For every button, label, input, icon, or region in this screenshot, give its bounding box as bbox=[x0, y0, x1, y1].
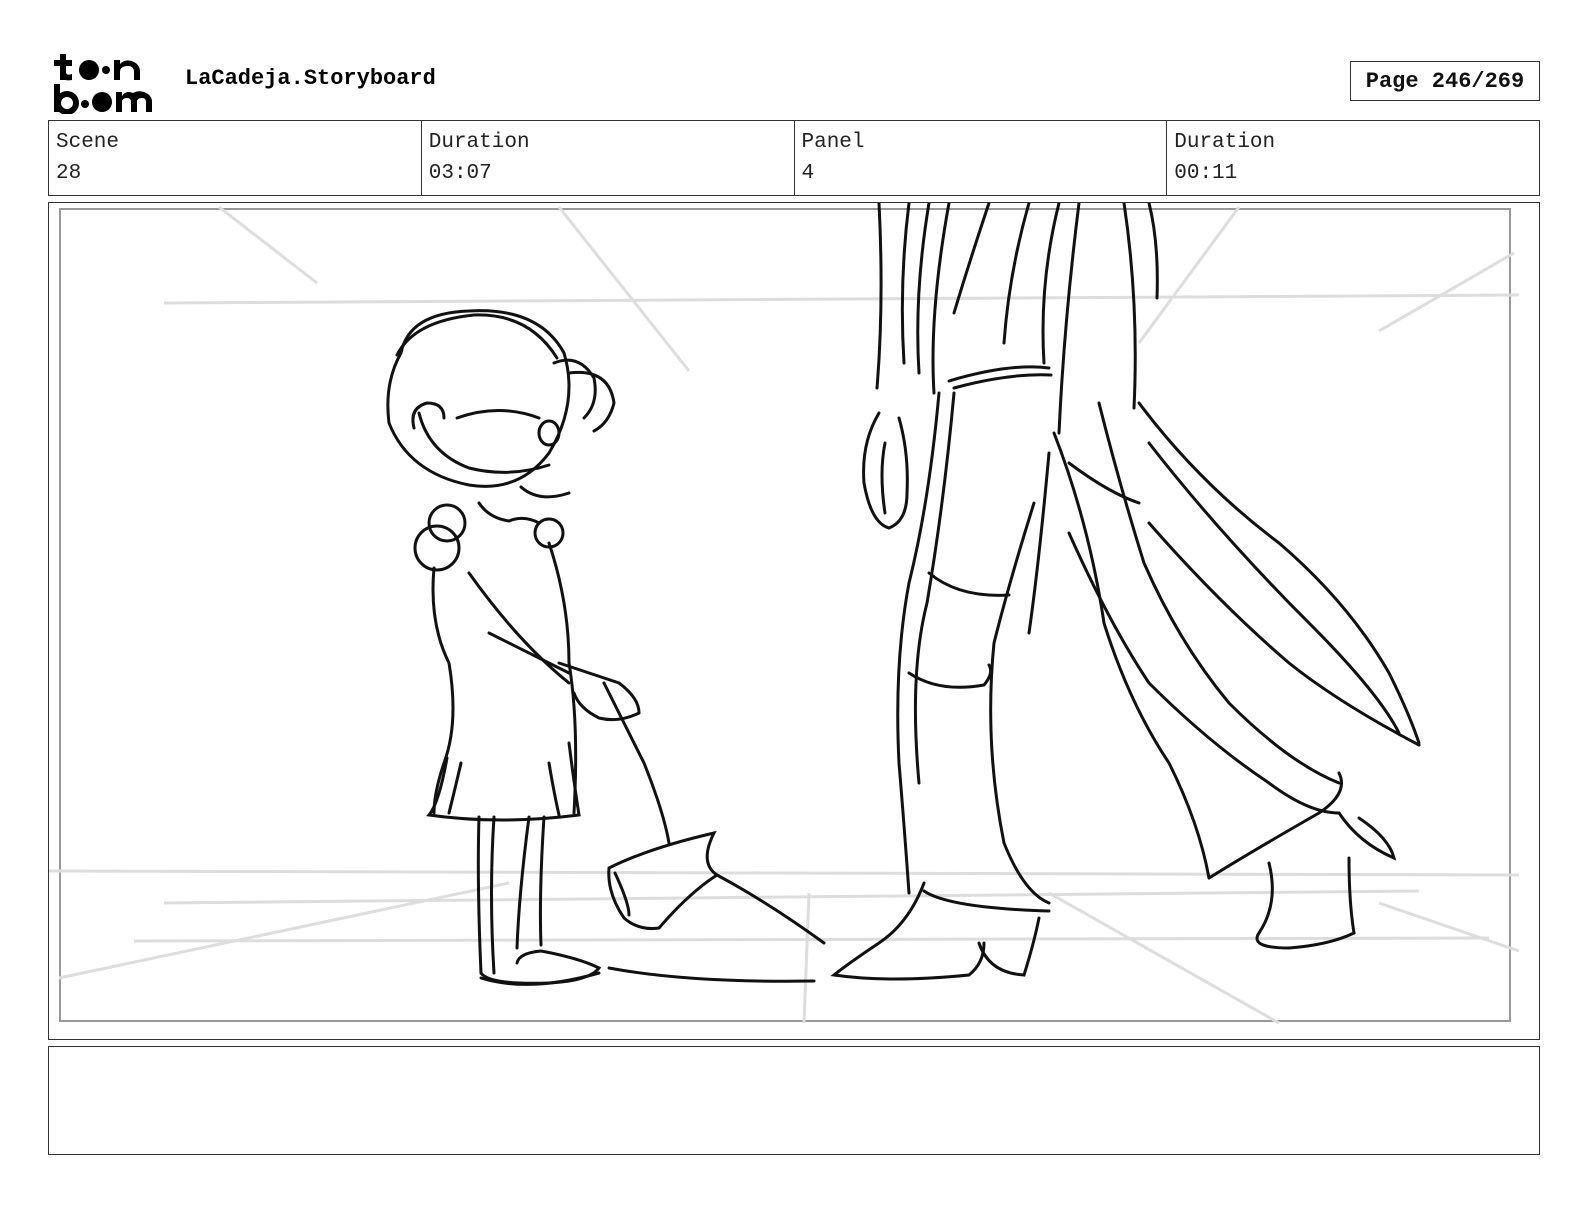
scene-duration-value: 03:07 bbox=[428, 162, 492, 185]
panel-duration-value: 00:11 bbox=[1174, 162, 1238, 185]
panel-label: Panel bbox=[801, 131, 865, 154]
toon-boom-logo bbox=[54, 54, 152, 114]
camera-frame bbox=[59, 208, 1511, 1022]
scene-label: Scene bbox=[56, 131, 120, 154]
scene-cell: Scene 28 bbox=[49, 121, 422, 195]
scene-duration-label: Duration bbox=[428, 131, 530, 154]
page-indicator: Page 246/269 bbox=[1350, 61, 1540, 101]
scene-duration-cell: Duration 03:07 bbox=[422, 121, 795, 195]
panel-value: 4 bbox=[801, 162, 815, 185]
panel-cell: Panel 4 bbox=[795, 121, 1168, 195]
woman-sketch bbox=[830, 203, 1421, 981]
info-header: Scene 28 Duration 03:07 Panel 4 Duration… bbox=[48, 120, 1540, 196]
scene-value: 28 bbox=[56, 162, 82, 185]
document-title: LaCadeja.Storyboard bbox=[185, 66, 436, 91]
storyboard-panel bbox=[48, 202, 1540, 1040]
panel-notes bbox=[48, 1046, 1540, 1155]
panel-duration-label: Duration bbox=[1174, 131, 1276, 154]
panel-duration-cell: Duration 00:11 bbox=[1167, 121, 1539, 195]
girl-sketch bbox=[386, 309, 826, 986]
panel-sketch bbox=[49, 203, 1520, 1025]
perspective-guides bbox=[49, 205, 1520, 1025]
